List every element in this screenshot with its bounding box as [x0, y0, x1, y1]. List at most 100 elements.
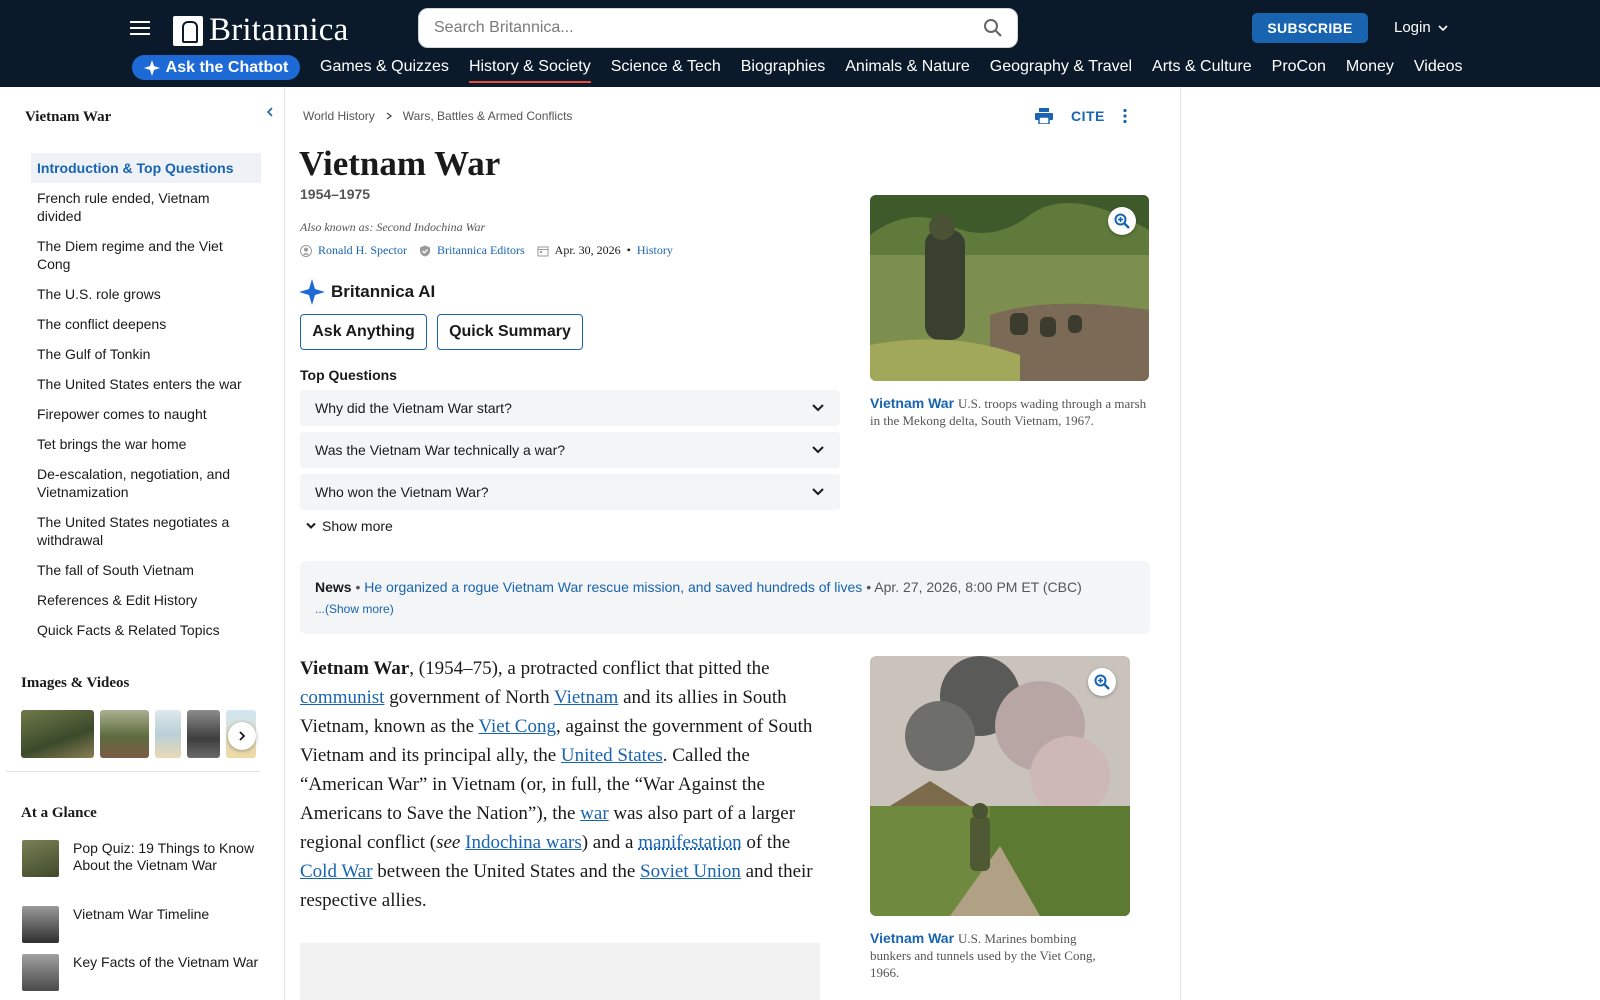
breadcrumb-wars-battles[interactable]: Wars, Battles & Armed Conflicts	[403, 109, 573, 123]
nav-money[interactable]: Money	[1346, 58, 1394, 83]
author-link[interactable]: Ronald H. Spector	[318, 243, 407, 258]
toc-item[interactable]: Quick Facts & Related Topics	[31, 615, 261, 645]
menu-icon[interactable]	[130, 18, 150, 36]
toc-item[interactable]: The fall of South Vietnam	[31, 555, 261, 585]
link-soviet-union[interactable]: Soviet Union	[640, 861, 741, 882]
login-button[interactable]: Login	[1394, 19, 1448, 36]
nav-videos[interactable]: Videos	[1414, 58, 1463, 83]
ask-anything-button[interactable]: Ask Anything	[300, 314, 427, 350]
news-meta: Apr. 27, 2026, 8:00 PM ET (CBC)	[874, 579, 1082, 595]
show-more-label: Show more	[322, 518, 393, 534]
image-caption: Vietnam War U.S. troops wading through a …	[870, 395, 1150, 429]
glance-item[interactable]: Key Facts of the Vietnam War	[22, 954, 262, 991]
caption-title[interactable]: Vietnam War	[870, 930, 954, 946]
chevron-down-icon	[812, 404, 824, 412]
quick-summary-button[interactable]: Quick Summary	[437, 314, 583, 350]
glance-item[interactable]: Vietnam War Timeline	[22, 906, 262, 943]
nav-geography-travel[interactable]: Geography & Travel	[990, 58, 1132, 83]
britannica-ai: Britannica AI	[299, 279, 435, 305]
link-viet-cong[interactable]: Viet Cong	[478, 716, 556, 737]
news-label: News	[315, 579, 352, 595]
question-accordion[interactable]: Why did the Vietnam War start?	[300, 390, 840, 426]
media-thumbnails	[21, 710, 261, 760]
search-input[interactable]	[434, 9, 974, 47]
article-image[interactable]	[870, 656, 1130, 916]
show-more-questions[interactable]: Show more	[305, 518, 393, 534]
toc-item[interactable]: De-escalation, negotiation, and Vietnami…	[31, 459, 261, 507]
calendar-icon	[537, 246, 549, 256]
page-title: Vietnam War	[299, 144, 501, 183]
chevron-down-icon	[306, 522, 316, 529]
media-thumbnail[interactable]	[100, 710, 149, 758]
article-lead-term: Vietnam War	[300, 658, 410, 679]
toc-item[interactable]: Firepower comes to naught	[31, 399, 261, 429]
toc-item[interactable]: The conflict deepens	[31, 309, 261, 339]
cite-button[interactable]: CITE	[1071, 108, 1105, 124]
editors-link[interactable]: Britannica Editors	[437, 243, 525, 258]
thumbnails-next-button[interactable]	[228, 722, 256, 750]
at-a-glance-heading: At a Glance	[21, 805, 97, 821]
toc-item[interactable]: The United States negotiates a withdrawa…	[31, 507, 261, 555]
article-text: between the United States and the	[372, 861, 641, 882]
zoom-in-icon	[1094, 674, 1110, 690]
question-accordion[interactable]: Who won the Vietnam War?	[300, 474, 840, 510]
caption-title[interactable]: Vietnam War	[870, 395, 954, 411]
glance-label: Pop Quiz: 19 Things to Know About the Vi…	[73, 840, 255, 873]
collapse-sidebar-button[interactable]	[258, 101, 282, 123]
toc-item[interactable]: The Diem regime and the Viet Cong	[31, 231, 261, 279]
print-icon[interactable]	[1035, 108, 1053, 124]
glance-label: Key Facts of the Vietnam War	[73, 954, 259, 970]
nav-biographies[interactable]: Biographies	[741, 58, 826, 83]
link-united-states[interactable]: United States	[561, 745, 663, 766]
chatbot-label: Ask the Chatbot	[165, 58, 289, 76]
nav-animals-nature[interactable]: Animals & Nature	[845, 58, 970, 83]
ask-chatbot-button[interactable]: Ask the Chatbot	[132, 55, 300, 80]
byline-separator: •	[626, 243, 631, 257]
news-headline-link[interactable]: He organized a rogue Vietnam War rescue …	[364, 579, 862, 595]
britannica-logo[interactable]: Britannica	[173, 12, 348, 49]
glance-thumbnail	[22, 840, 59, 877]
nav-arts-culture[interactable]: Arts & Culture	[1152, 58, 1252, 83]
news-show-more[interactable]: ...(Show more)	[315, 600, 1135, 618]
link-communist[interactable]: communist	[300, 687, 384, 708]
ai-label: Britannica AI	[331, 282, 436, 301]
question-text: Why did the Vietnam War start?	[315, 400, 512, 416]
toc-item[interactable]: The Gulf of Tonkin	[31, 339, 261, 369]
toc-item[interactable]: Tet brings the war home	[31, 429, 261, 459]
more-options-icon[interactable]	[1123, 108, 1127, 124]
link-cold-war[interactable]: Cold War	[300, 861, 373, 882]
toc-item[interactable]: The United States enters the war	[31, 369, 261, 399]
subscribe-button[interactable]: SUBSCRIBE	[1252, 13, 1368, 43]
link-manifestation[interactable]: manifestation	[638, 832, 741, 853]
nav-science-tech[interactable]: Science & Tech	[611, 58, 721, 83]
sidebar-divider	[6, 771, 260, 772]
zoom-image-button[interactable]	[1088, 668, 1116, 696]
search-icon[interactable]	[983, 18, 1003, 38]
chevron-right-icon	[386, 112, 392, 120]
link-war[interactable]: war	[580, 803, 608, 824]
main-nav: Games & Quizzes History & Society Scienc…	[320, 58, 1483, 83]
question-accordion[interactable]: Was the Vietnam War technically a war?	[300, 432, 840, 468]
toc-item[interactable]: References & Edit History	[31, 585, 261, 615]
link-indochina-wars[interactable]: Indochina wars	[465, 832, 582, 853]
media-thumbnail[interactable]	[155, 710, 181, 758]
table-of-contents: Introduction & Top Questions French rule…	[31, 153, 261, 645]
nav-history-society[interactable]: History & Society	[468, 58, 591, 83]
top-questions-heading: Top Questions	[300, 367, 397, 383]
article-dates: 1954–1975	[300, 186, 371, 202]
media-thumbnail[interactable]	[21, 710, 94, 758]
glance-item[interactable]: Pop Quiz: 19 Things to Know About the Vi…	[22, 840, 262, 877]
zoom-image-button[interactable]	[1108, 207, 1136, 235]
toc-item[interactable]: Introduction & Top Questions	[31, 153, 261, 183]
history-link[interactable]: History	[637, 243, 673, 258]
link-vietnam[interactable]: Vietnam	[554, 687, 618, 708]
article-text: ) and a	[581, 832, 639, 853]
toc-item[interactable]: French rule ended, Vietnam divided	[31, 183, 261, 231]
zoom-in-icon	[1114, 213, 1130, 229]
nav-games-quizzes[interactable]: Games & Quizzes	[320, 58, 449, 83]
breadcrumb-world-history[interactable]: World History	[303, 109, 375, 123]
toc-item[interactable]: The U.S. role grows	[31, 279, 261, 309]
media-thumbnail[interactable]	[187, 710, 220, 758]
glance-thumbnail	[22, 906, 59, 943]
nav-procon[interactable]: ProCon	[1272, 58, 1326, 83]
